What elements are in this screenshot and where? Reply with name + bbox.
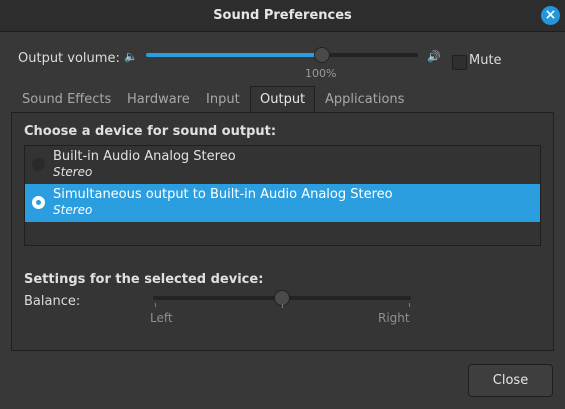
balance-left-label: Left [150, 311, 173, 325]
device-radio[interactable] [32, 158, 45, 171]
close-button[interactable]: Close [468, 364, 553, 397]
device-profile: Stereo [53, 203, 93, 217]
output-device-list: Built-in Audio Analog Stereo Stereo Simu… [24, 145, 541, 246]
output-volume-slider[interactable] [146, 53, 418, 57]
choose-device-heading: Choose a device for sound output: [24, 124, 277, 139]
balance-tick-left [155, 303, 156, 307]
selected-device-settings-heading: Settings for the selected device: [24, 272, 264, 287]
output-volume-value: 100% [305, 67, 337, 80]
tab-output[interactable]: Output [260, 92, 305, 107]
output-volume-label: Output volume: [18, 51, 120, 66]
device-row-selected[interactable]: Simultaneous output to Built-in Audio An… [25, 184, 540, 222]
tab-applications[interactable]: Applications [325, 92, 404, 107]
mute-checkbox[interactable] [452, 55, 467, 70]
device-row[interactable]: Built-in Audio Analog Stereo Stereo [25, 146, 540, 184]
tab-sound-effects[interactable]: Sound Effects [22, 92, 111, 107]
device-profile: Stereo [53, 165, 93, 179]
device-radio-selected[interactable] [32, 196, 45, 209]
speaker-low-icon: 🔈 [124, 50, 138, 63]
title-bar: Sound Preferences × [0, 0, 565, 32]
device-name: Simultaneous output to Built-in Audio An… [53, 187, 393, 202]
balance-right-label: Right [378, 311, 410, 325]
sound-preferences-window: Sound Preferences × Output volume: 🔈 🔊 1… [0, 0, 565, 409]
balance-tick-right [409, 303, 410, 307]
output-volume-handle[interactable] [314, 47, 330, 63]
speaker-high-icon: 🔊 [427, 50, 441, 63]
window-title: Sound Preferences [213, 8, 352, 23]
balance-label: Balance: [24, 294, 81, 309]
tab-input[interactable]: Input [206, 92, 240, 107]
mute-label[interactable]: Mute [469, 53, 502, 68]
window-close-icon[interactable]: × [541, 6, 560, 25]
output-volume-fill [146, 53, 322, 57]
balance-tick-center [282, 304, 283, 308]
device-name: Built-in Audio Analog Stereo [53, 149, 236, 164]
tab-hardware[interactable]: Hardware [127, 92, 190, 107]
